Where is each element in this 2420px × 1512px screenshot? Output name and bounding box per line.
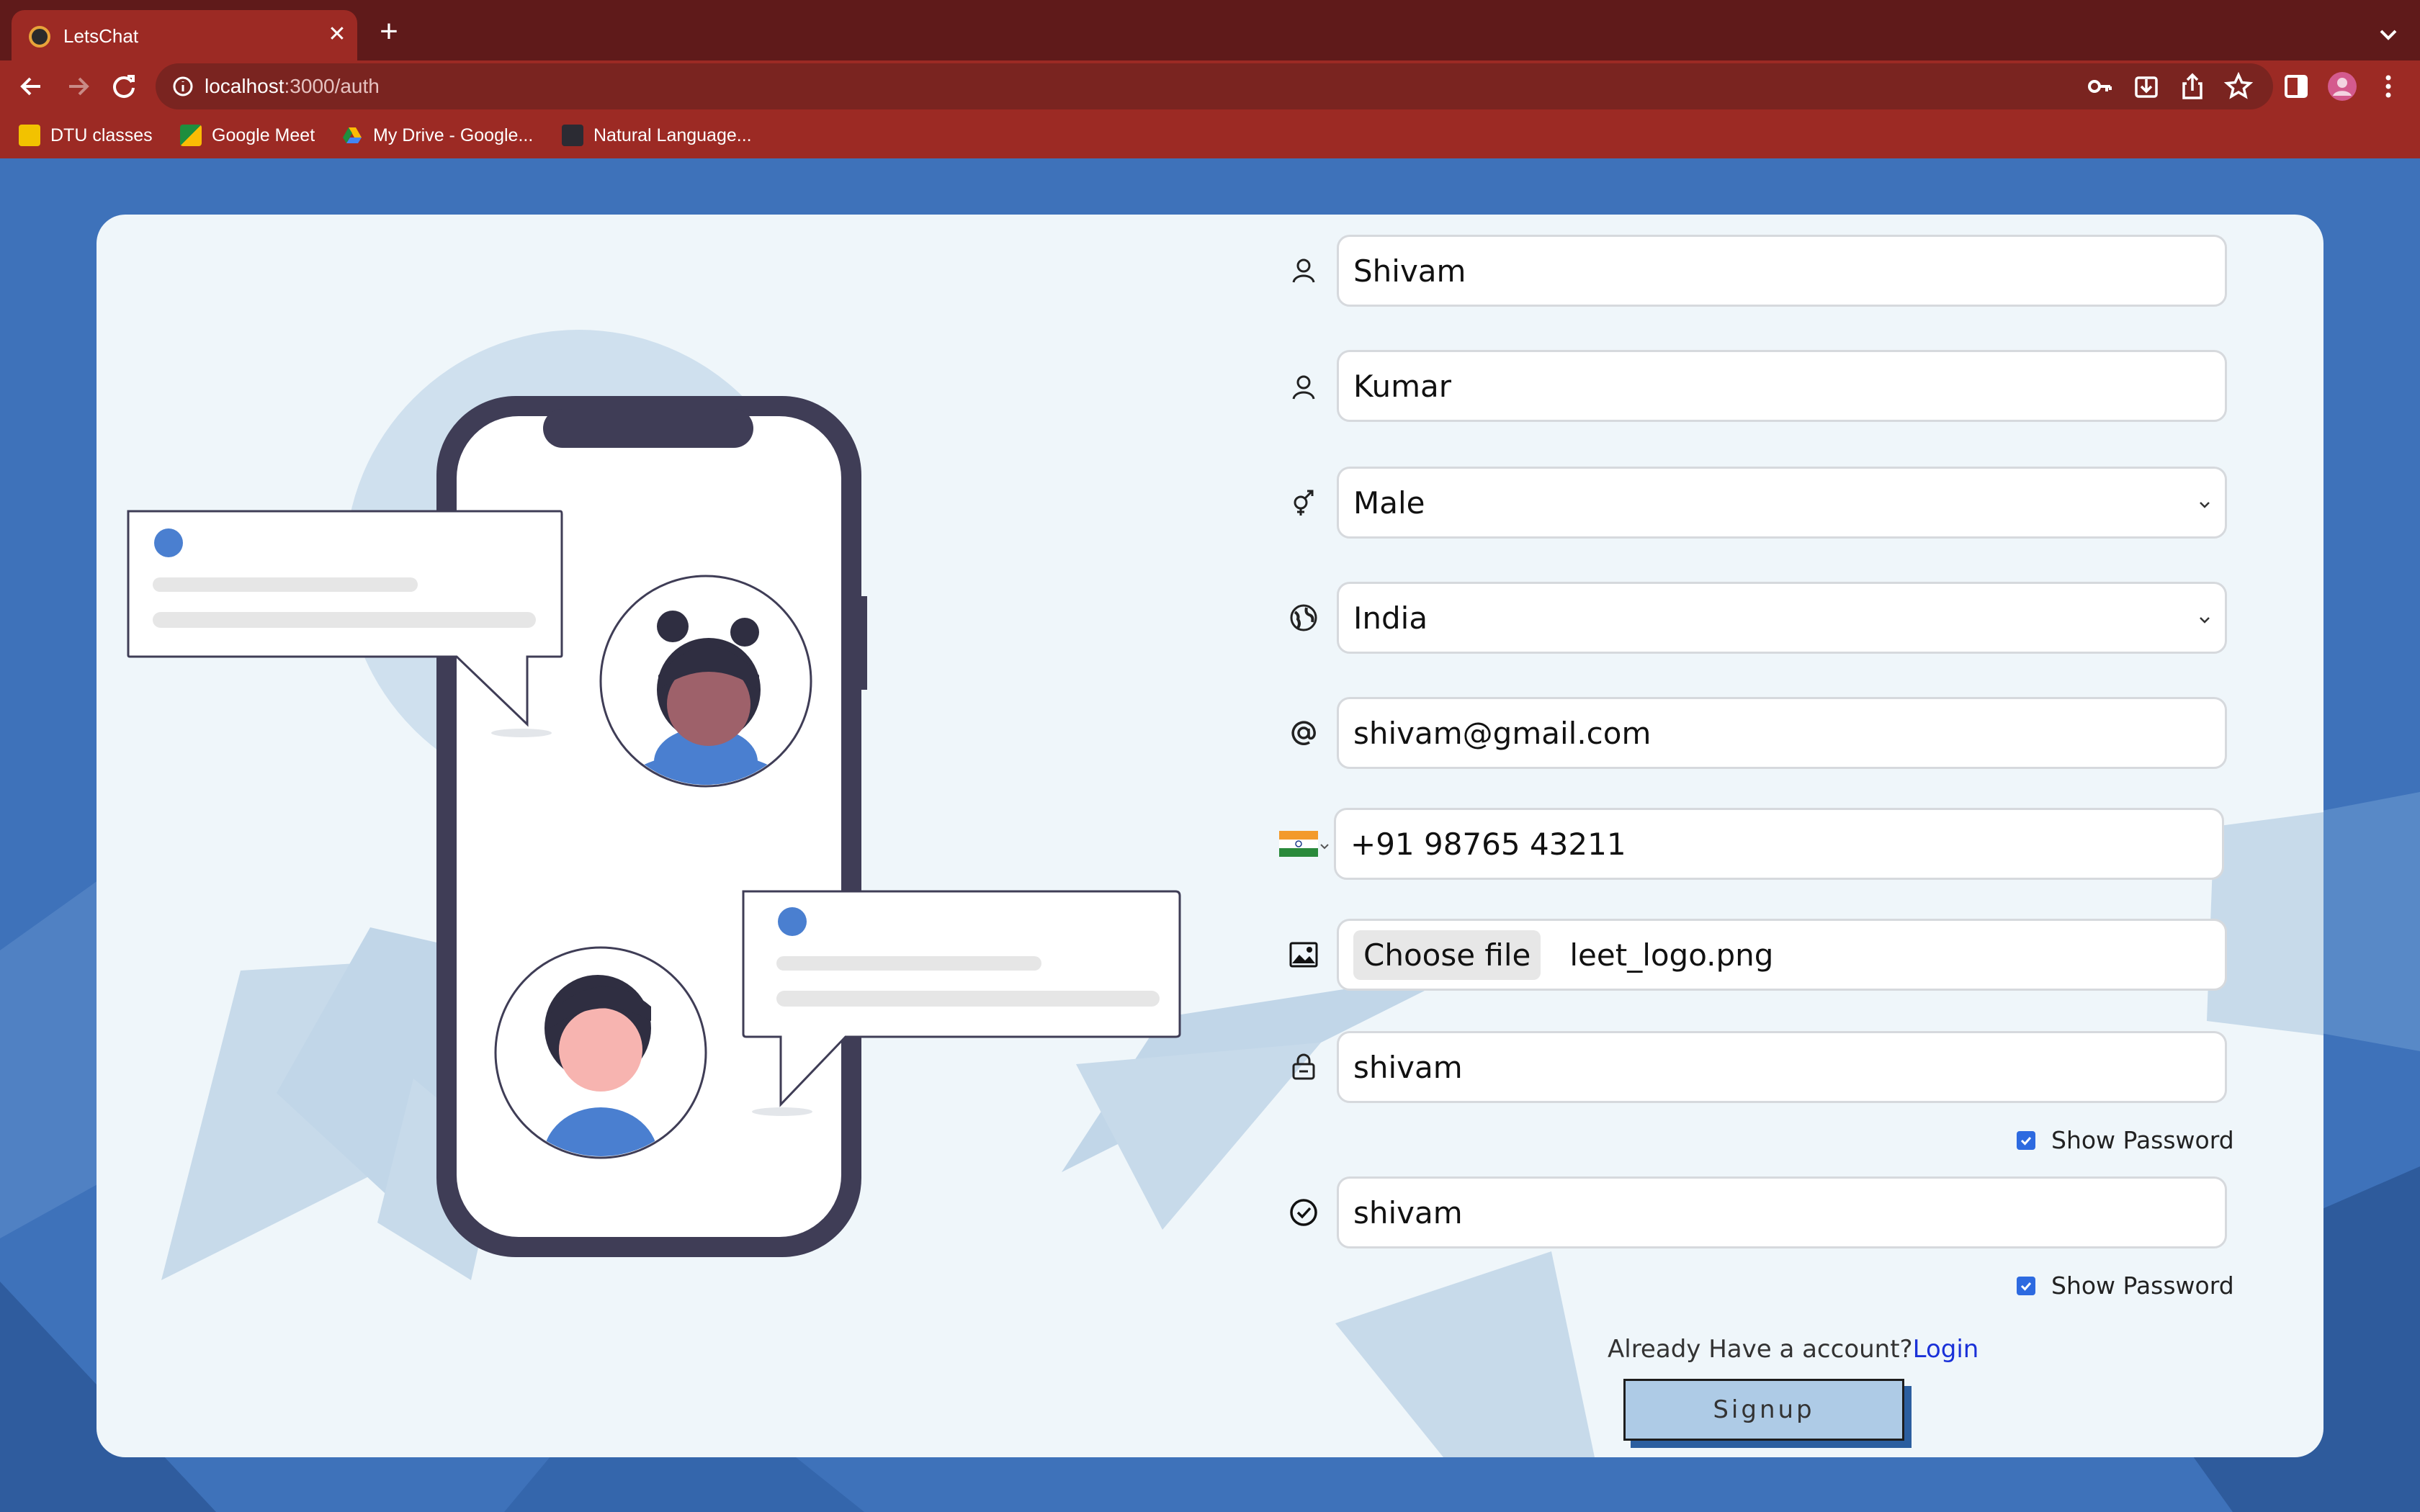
- bookmark-google-meet[interactable]: Google Meet: [180, 121, 315, 150]
- gender-icon: [1294, 490, 1314, 516]
- profile-picture-input[interactable]: Choose file leet_logo.png: [1337, 919, 2227, 991]
- site-info-icon[interactable]: [171, 75, 194, 98]
- country-code-selector[interactable]: [1279, 831, 1331, 860]
- user-icon: [1292, 258, 1315, 283]
- meet-icon: [180, 125, 202, 146]
- confirm-password-value: shivam: [1353, 1194, 1463, 1230]
- side-panel-icon[interactable]: [2279, 69, 2313, 104]
- first-name-value: Shivam: [1353, 253, 1466, 289]
- checkmark-icon: [2020, 1136, 2032, 1146]
- password-value: shivam: [1353, 1049, 1463, 1085]
- bookmark-label: DTU classes: [50, 125, 153, 145]
- signup-button[interactable]: Signup: [1623, 1379, 1904, 1441]
- confirm-password-input[interactable]: shivam: [1337, 1176, 2227, 1248]
- password-input[interactable]: shivam: [1337, 1031, 2227, 1103]
- address-bar[interactable]: localhost:3000/auth: [156, 63, 2273, 109]
- login-prompt: Already Have a account?Login: [1608, 1335, 1978, 1364]
- user-icon: [1292, 375, 1315, 400]
- install-icon[interactable]: [2129, 69, 2164, 104]
- profile-avatar-icon[interactable]: [2325, 69, 2360, 104]
- country-value: India: [1353, 600, 1428, 636]
- bookmark-my-drive[interactable]: My Drive - Google...: [341, 121, 533, 150]
- bookmark-label: Natural Language...: [593, 125, 752, 145]
- bookmark-label: My Drive - Google...: [373, 125, 534, 145]
- tab-close-icon[interactable]: ✕: [323, 20, 351, 49]
- country-select[interactable]: India: [1337, 582, 2227, 654]
- reload-icon[interactable]: [104, 66, 144, 107]
- choose-file-button[interactable]: Choose file: [1353, 930, 1541, 980]
- kebab-menu-icon[interactable]: [2371, 69, 2406, 104]
- login-link[interactable]: Login: [1913, 1335, 1979, 1364]
- check-circle-icon: [1290, 1199, 1317, 1226]
- classroom-icon: [19, 125, 40, 146]
- chevron-down-icon: [2200, 617, 2210, 624]
- chevron-down-icon: [1320, 844, 1329, 850]
- file-name: leet_logo.png: [1569, 937, 1774, 973]
- page-content: Shivam Kumar Male India shivam@gmail.com…: [0, 158, 2420, 1512]
- at-sign-icon: [1291, 721, 1316, 745]
- chevron-down-icon: [2200, 502, 2210, 508]
- tab-search-chevron-icon[interactable]: [2371, 17, 2406, 52]
- tab-title: LetsChat: [63, 25, 139, 47]
- browser-toolbar: localhost:3000/auth: [0, 60, 2420, 112]
- show-password-toggle[interactable]: Show Password: [2017, 1126, 2234, 1154]
- lock-icon: [1292, 1053, 1315, 1080]
- forward-arrow-icon[interactable]: [58, 66, 98, 107]
- bookmark-natural-language[interactable]: Natural Language...: [562, 121, 752, 150]
- show-password-label: Show Password: [2051, 1272, 2234, 1300]
- show-password-checkbox[interactable]: [2017, 1130, 2035, 1150]
- show-confirm-password-checkbox[interactable]: [2017, 1276, 2035, 1295]
- gender-select[interactable]: Male: [1337, 467, 2227, 539]
- already-have-account-text: Already Have a account?: [1608, 1335, 1913, 1364]
- bookmarks-bar: DTU classes Google Meet My Drive - Googl…: [0, 112, 2420, 158]
- browser-tab[interactable]: LetsChat ✕: [12, 10, 357, 62]
- email-value: shivam@gmail.com: [1353, 715, 1652, 751]
- email-input[interactable]: shivam@gmail.com: [1337, 697, 2227, 769]
- tab-strip: LetsChat ✕ +: [0, 0, 2420, 62]
- last-name-input[interactable]: Kumar: [1337, 350, 2227, 422]
- first-name-input[interactable]: Shivam: [1337, 235, 2227, 307]
- show-confirm-password-toggle[interactable]: Show Password: [2017, 1272, 2234, 1300]
- share-icon[interactable]: [2175, 69, 2210, 104]
- phone-input[interactable]: +91 98765 43211: [1334, 808, 2224, 880]
- bookmark-star-icon[interactable]: [2221, 69, 2256, 104]
- bookmark-label: Google Meet: [212, 125, 315, 145]
- last-name-value: Kumar: [1353, 368, 1451, 404]
- gender-value: Male: [1353, 485, 1425, 521]
- new-tab-icon[interactable]: +: [372, 16, 406, 50]
- course-icon: [562, 125, 583, 146]
- url-host: localhost: [205, 75, 284, 97]
- show-password-label: Show Password: [2051, 1126, 2234, 1154]
- phone-value: +91 98765 43211: [1350, 826, 1626, 862]
- back-arrow-icon[interactable]: [12, 66, 52, 107]
- signup-card: Shivam Kumar Male India shivam@gmail.com…: [97, 215, 2323, 1457]
- drive-icon: [343, 127, 362, 143]
- globe-icon: [1290, 604, 1317, 631]
- letschat-favicon-icon: [29, 26, 50, 48]
- checkmark-icon: [2020, 1282, 2032, 1291]
- url-text: localhost:3000/auth: [205, 73, 380, 99]
- bookmark-dtu-classes[interactable]: DTU classes: [19, 121, 153, 150]
- url-path: :3000/auth: [284, 75, 380, 97]
- image-icon: [1289, 942, 1318, 968]
- india-flag-icon: [1279, 831, 1318, 857]
- key-icon[interactable]: [2083, 69, 2118, 104]
